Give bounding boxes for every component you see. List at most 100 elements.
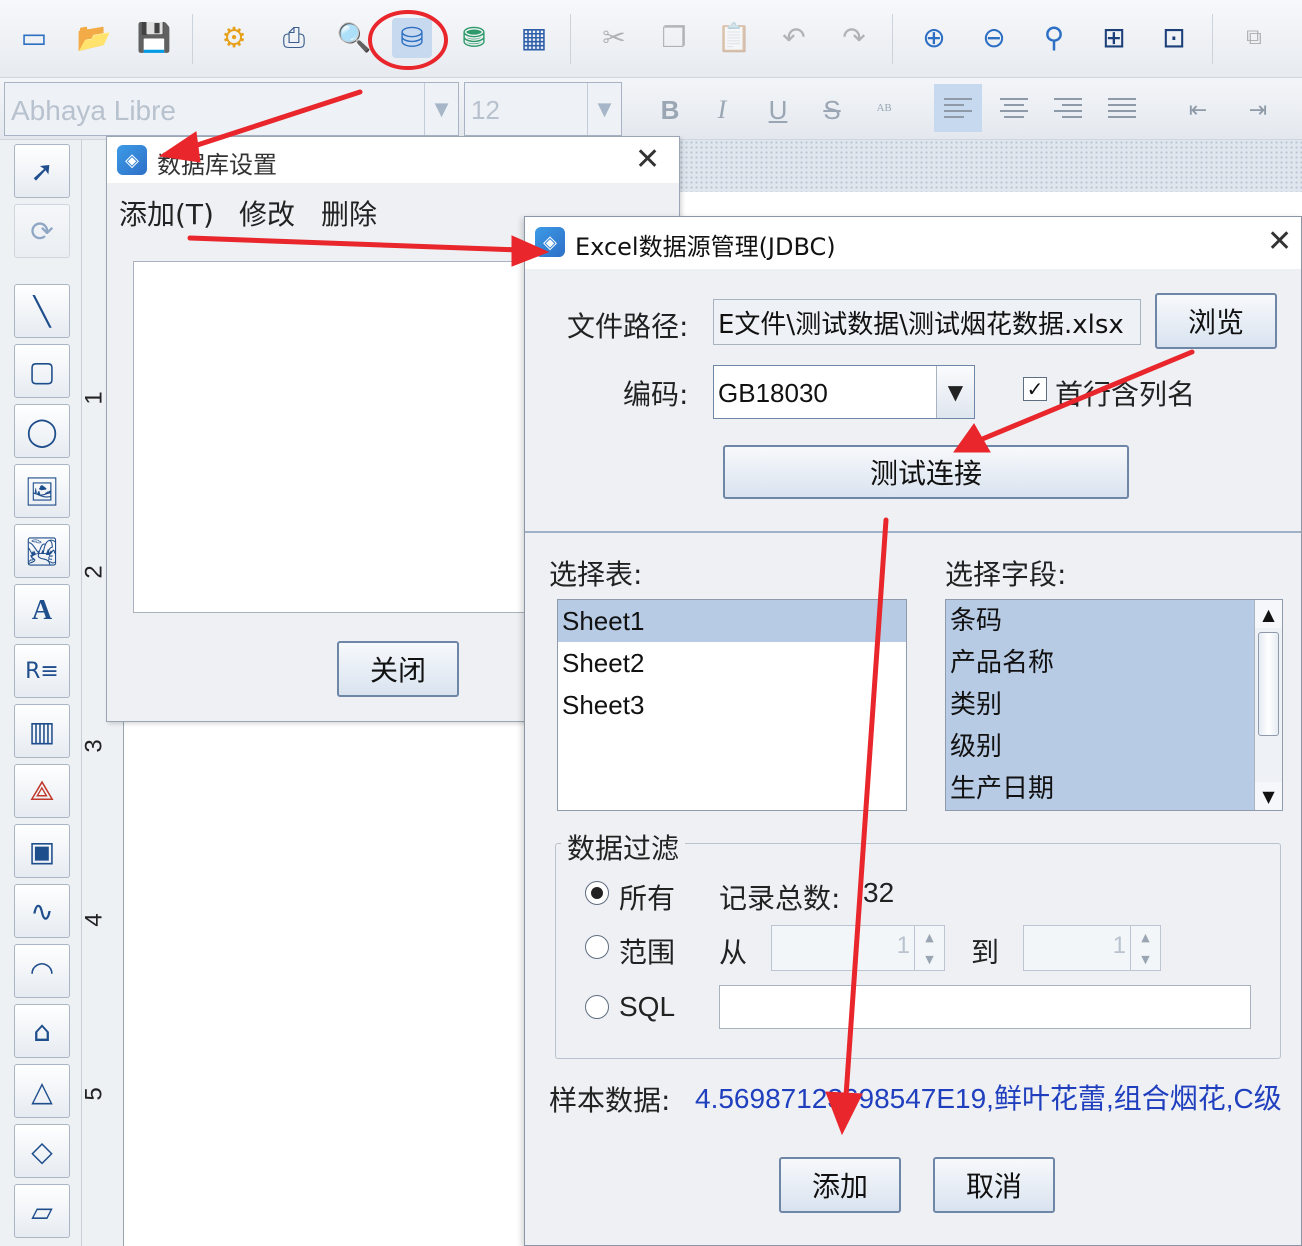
undo-icon[interactable]: ↶	[774, 18, 814, 58]
window-icon[interactable]: ▭	[14, 18, 54, 58]
curve-tool-icon[interactable]: ∿	[14, 884, 70, 938]
app-logo-icon: ◈	[535, 227, 565, 257]
align-right-button[interactable]	[1044, 84, 1092, 132]
app-logo-icon: ◈	[117, 145, 147, 175]
select-pointer-icon[interactable]: ➚	[14, 144, 70, 198]
print-icon[interactable]: ⎙	[274, 18, 314, 58]
parallelogram-tool-icon[interactable]: ▱	[14, 1184, 70, 1238]
range-from-spinner[interactable]: 1 ▲ ▼	[771, 925, 945, 971]
scroll-up-icon[interactable]: ▲	[1255, 600, 1282, 628]
italic-button[interactable]: I	[702, 90, 742, 130]
arc-tool-icon[interactable]: ◠	[14, 944, 70, 998]
open-folder-icon[interactable]: 📂	[74, 18, 114, 58]
print-preview-icon[interactable]: 🔍	[334, 18, 374, 58]
redo-icon[interactable]: ↷	[834, 18, 874, 58]
spinner-down-icon[interactable]: ▼	[914, 948, 944, 970]
encoding-value: GB18030	[718, 378, 828, 408]
font-size-combo[interactable]: 12 ▼	[464, 82, 622, 136]
test-connection-button[interactable]: 测试连接	[723, 445, 1129, 499]
list-item[interactable]: Sheet1	[558, 600, 906, 642]
rectangle-tool-icon[interactable]: ▢	[14, 344, 70, 398]
zoom-out-icon[interactable]: ⊖	[974, 18, 1014, 58]
scroll-down-icon[interactable]: ▼	[1255, 782, 1282, 810]
font-name-combo[interactable]: Abhaya Libre ▼	[4, 82, 459, 136]
spinner-down-icon[interactable]: ▼	[1130, 948, 1160, 970]
triangle-tool-icon[interactable]: △	[14, 1064, 70, 1118]
ruler-number: 5	[80, 1087, 108, 1101]
file-path-field[interactable]: E文件\测试数据\测试烟花数据.xlsx	[713, 299, 1141, 345]
justify-button[interactable]	[1098, 84, 1146, 132]
text-tool-icon[interactable]: A	[14, 584, 70, 638]
radio-range[interactable]	[585, 935, 609, 959]
app-window: ▭ 📂 💾 ⚙ ⎙ 🔍 ⛁ ⛃ ▦ ✂ ❐ 📋 ↶ ↷ ⊕ ⊖ ⚲ ⊞ ⊡ ⧉ …	[0, 0, 1302, 1246]
menu-delete[interactable]: 删除	[321, 193, 377, 233]
field-list-scrollbar[interactable]: ▲ ▼	[1254, 600, 1282, 810]
browse-button[interactable]: 浏览	[1155, 293, 1277, 349]
align-center-button[interactable]	[990, 84, 1038, 132]
database-icon[interactable]: ⛁	[392, 18, 432, 58]
list-item[interactable]: 级别	[946, 726, 1282, 768]
close-icon[interactable]: ✕	[1267, 227, 1292, 257]
ruler-number: 3	[80, 739, 108, 753]
rich-text-tool-icon[interactable]: R≡	[14, 644, 70, 698]
align-left-button[interactable]	[934, 84, 982, 132]
spacing-icon[interactable]: ᴬᴮ	[864, 90, 904, 130]
underline-button[interactable]: U	[758, 90, 798, 130]
spinner-up-icon[interactable]: ▲	[1130, 926, 1160, 948]
list-item[interactable]: 产品名称	[946, 642, 1282, 684]
list-item[interactable]: 条码	[946, 600, 1282, 642]
cancel-button[interactable]: 取消	[933, 1157, 1055, 1213]
strikethrough-button[interactable]: S	[812, 90, 852, 130]
close-icon[interactable]: ✕	[635, 145, 660, 175]
chevron-down-icon[interactable]: ▼	[936, 366, 974, 418]
qrcode-tool-icon[interactable]: ▣	[14, 824, 70, 878]
ruler-number: 1	[80, 391, 108, 405]
arrange-icon[interactable]: ⧉	[1234, 18, 1274, 58]
shape-tool-icon[interactable]: ⟁	[14, 764, 70, 818]
radio-sql[interactable]	[585, 995, 609, 1019]
bold-button[interactable]: B	[650, 90, 690, 130]
radio-all[interactable]	[585, 881, 609, 905]
indent-right-icon[interactable]: ⇥	[1238, 90, 1278, 130]
image-tool-icon[interactable]: 🖼	[14, 464, 70, 518]
chevron-down-icon[interactable]: ▼	[424, 83, 458, 135]
list-item[interactable]: Sheet3	[558, 684, 906, 726]
rotate-icon[interactable]: ⟳	[14, 204, 70, 258]
spinner-up-icon[interactable]: ▲	[914, 926, 944, 948]
indent-left-icon[interactable]: ⇤	[1178, 90, 1218, 130]
list-item[interactable]: 类别	[946, 684, 1282, 726]
radio-range-label: 范围	[619, 936, 676, 969]
fit-page-icon[interactable]: ⊞	[1094, 18, 1134, 58]
picture-tool-icon[interactable]: 🏞	[14, 524, 70, 578]
save-icon[interactable]: 💾	[134, 18, 174, 58]
settings-gear-icon[interactable]: ⚙	[214, 18, 254, 58]
scroll-thumb[interactable]	[1258, 632, 1279, 736]
cut-icon[interactable]: ✂	[594, 18, 634, 58]
ellipse-tool-icon[interactable]: ◯	[14, 404, 70, 458]
table-list[interactable]: Sheet1 Sheet2 Sheet3	[557, 599, 907, 811]
menu-add[interactable]: 添加(T)	[119, 193, 214, 233]
zoom-icon[interactable]: ⚲	[1034, 18, 1074, 58]
range-to-spinner[interactable]: 1 ▲ ▼	[1023, 925, 1161, 971]
record-count-value: 32	[863, 877, 895, 908]
list-item[interactable]: Sheet2	[558, 642, 906, 684]
barcode-tool-icon[interactable]: ▥	[14, 704, 70, 758]
fit-selection-icon[interactable]: ⊡	[1154, 18, 1194, 58]
zoom-in-icon[interactable]: ⊕	[914, 18, 954, 58]
chevron-down-icon[interactable]: ▼	[587, 83, 621, 135]
list-item[interactable]: 生产日期	[946, 768, 1282, 810]
copy-icon[interactable]: ❐	[654, 18, 694, 58]
polygon-tool-icon[interactable]: ⌂	[14, 1004, 70, 1058]
encoding-select[interactable]: GB18030 ▼	[713, 365, 975, 419]
diamond-tool-icon[interactable]: ◇	[14, 1124, 70, 1178]
menu-modify[interactable]: 修改	[239, 193, 295, 233]
database-refresh-icon[interactable]: ⛃	[454, 18, 494, 58]
field-list[interactable]: 条码 产品名称 类别 级别 生产日期 ▲ ▼	[945, 599, 1283, 811]
header-row-checkbox[interactable]: ✓	[1023, 377, 1047, 401]
sql-input[interactable]	[719, 985, 1251, 1029]
grid-icon[interactable]: ▦	[514, 18, 554, 58]
line-tool-icon[interactable]: ╲	[14, 284, 70, 338]
paste-icon[interactable]: 📋	[714, 18, 754, 58]
close-button[interactable]: 关闭	[337, 641, 459, 697]
add-button[interactable]: 添加	[779, 1157, 901, 1213]
